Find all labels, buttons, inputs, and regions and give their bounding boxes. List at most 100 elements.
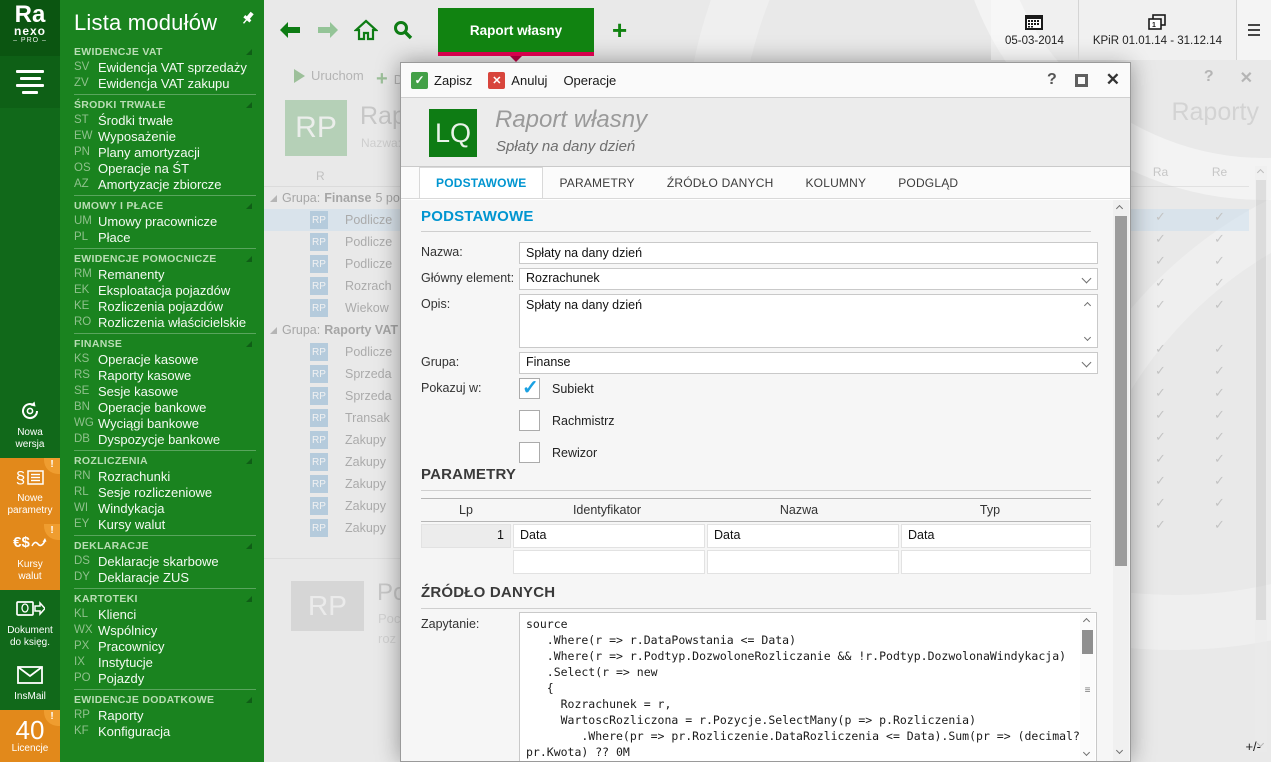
tab-podgląd[interactable]: PODGLĄD <box>882 167 974 198</box>
bg-close-icon[interactable]: ✕ <box>1240 68 1253 88</box>
bg-report-row[interactable]: RPSprzeda <box>264 363 400 385</box>
module-section-header[interactable]: ŚRODKI TRWAŁE <box>74 97 256 112</box>
help-icon[interactable]: ? <box>1047 71 1057 89</box>
sidebar-item-bn[interactable]: BNOperacje bankowe <box>74 399 256 415</box>
rail-item-insmail[interactable]: InsMail <box>0 656 60 710</box>
bg-scroll-thumb[interactable] <box>1256 180 1266 620</box>
bg-report-row[interactable]: RPSprzeda <box>264 385 400 407</box>
sidebar-item-ro[interactable]: RORozliczenia właścicielskie <box>74 314 256 330</box>
module-section-header[interactable]: EWIDENCJE POMOCNICZE <box>74 251 256 266</box>
sidebar-item-ke[interactable]: KERozliczenia pojazdów <box>74 298 256 314</box>
bg-help-icon[interactable]: ? <box>1204 68 1214 88</box>
module-section-header[interactable]: KARTOTEKI <box>74 591 256 606</box>
element-select[interactable]: Rozrachunek <box>519 268 1098 290</box>
bg-report-row[interactable]: RPPodlicze <box>264 231 400 253</box>
sidebar-item-os[interactable]: OSOperacje na ŚT <box>74 160 256 176</box>
back-icon[interactable] <box>278 21 302 39</box>
tab-parametry[interactable]: PARAMETRY <box>543 167 650 198</box>
bg-report-row[interactable]: RPPodlicze <box>264 209 400 231</box>
checkbox-subiekt[interactable]: ✓Subiekt <box>519 378 594 399</box>
sidebar-item-ek[interactable]: EKEksploatacja pojazdów <box>74 282 256 298</box>
tab-źródło-danych[interactable]: ŹRÓDŁO DANYCH <box>651 167 790 198</box>
module-section-header[interactable]: EWIDENCJE DODATKOWE <box>74 692 256 707</box>
sidebar-item-ew[interactable]: EWWyposażenie <box>74 128 256 144</box>
sidebar-item-ey[interactable]: EYKursy walut <box>74 516 256 532</box>
cell-value[interactable]: Data <box>513 524 705 548</box>
sidebar-item-rm[interactable]: RMRemanenty <box>74 266 256 282</box>
scroll-up-icon[interactable] <box>1116 205 1123 212</box>
menu-hamburger-icon[interactable] <box>0 56 60 108</box>
search-icon[interactable] <box>392 19 414 41</box>
sidebar-item-po[interactable]: POPojazdy <box>74 670 256 686</box>
sidebar-item-ds[interactable]: DSDeklaracje skarbowe <box>74 553 256 569</box>
overflow-menu-icon[interactable] <box>1237 0 1271 60</box>
sidebar-item-rs[interactable]: RSRaporty kasowe <box>74 367 256 383</box>
home-icon[interactable] <box>354 19 378 41</box>
checkbox-box[interactable]: ✓ <box>519 378 540 399</box>
tab-podstawowe[interactable]: PODSTAWOWE <box>419 167 543 198</box>
bg-report-row[interactable]: RPZakupy <box>264 517 400 539</box>
sidebar-item-st[interactable]: STŚrodki trwałe <box>74 112 256 128</box>
scroll-down-icon[interactable] <box>1116 747 1123 754</box>
code-scrollbar[interactable]: ≡ <box>1080 614 1095 761</box>
checkbox-box[interactable] <box>519 410 540 431</box>
sidebar-item-wg[interactable]: WGWyciągi bankowe <box>74 415 256 431</box>
rail-item-licencje[interactable]: !40Licencje <box>0 710 60 762</box>
checkbox-rachmistrz[interactable]: Rachmistrz <box>519 410 615 431</box>
module-section-header[interactable]: UMOWY I PŁACE <box>74 198 256 213</box>
sidebar-item-db[interactable]: DBDyspozycje bankowe <box>74 431 256 447</box>
run-button[interactable]: Uruchom <box>294 68 364 83</box>
bg-report-row[interactable]: RPZakupy <box>264 451 400 473</box>
tab-raport-wlasny[interactable]: Raport własny <box>438 8 594 52</box>
bg-report-row[interactable]: RPPodlicze <box>264 341 400 363</box>
sidebar-item-ix[interactable]: IXInstytucje <box>74 654 256 670</box>
sidebar-item-ks[interactable]: KSOperacje kasowe <box>74 351 256 367</box>
sidebar-item-se[interactable]: SESesje kasowe <box>74 383 256 399</box>
sidebar-item-rn[interactable]: RNRozrachunki <box>74 468 256 484</box>
dialog-scroll-thumb[interactable] <box>1115 216 1127 566</box>
tab-kolumny[interactable]: KOLUMNY <box>789 167 882 198</box>
sidebar-item-kf[interactable]: KFKonfiguracja <box>74 723 256 739</box>
rail-item-nowe[interactable]: !§Noweparametry <box>0 458 60 524</box>
sidebar-item-sv[interactable]: SVEwidencja VAT sprzedaży <box>74 59 256 75</box>
bg-report-row[interactable]: RPWiekow <box>264 297 400 319</box>
name-input[interactable] <box>519 242 1098 264</box>
sidebar-item-kl[interactable]: KLKlienci <box>74 606 256 622</box>
cell-empty[interactable] <box>901 550 1091 574</box>
maximize-icon[interactable] <box>1075 74 1088 87</box>
chevron-down-icon[interactable] <box>1084 334 1091 341</box>
parameters-row[interactable]: 1DataDataData <box>421 524 1091 548</box>
scroll-up-icon[interactable] <box>1257 169 1264 176</box>
forward-icon[interactable] <box>316 21 340 39</box>
sidebar-item-wx[interactable]: WXWspólnicy <box>74 622 256 638</box>
sidebar-item-rp[interactable]: RPRaporty <box>74 707 256 723</box>
bg-report-row[interactable]: RPZakupy <box>264 473 400 495</box>
bg-report-row[interactable]: RPZakupy <box>264 495 400 517</box>
bg-group-row[interactable]: Grupa:Finanse5 poz <box>264 187 400 209</box>
bg-report-row[interactable]: RPRozrach <box>264 275 400 297</box>
sidebar-item-zv[interactable]: ZVEwidencja VAT zakupu <box>74 75 256 91</box>
checkbox-box[interactable] <box>519 442 540 463</box>
bg-scrollbar[interactable] <box>1255 166 1267 752</box>
new-tab-button[interactable]: + <box>612 20 627 40</box>
cell-value[interactable]: Data <box>901 524 1091 548</box>
sidebar-item-pl[interactable]: PLPłace <box>74 229 256 245</box>
module-section-header[interactable]: ROZLICZENIA <box>74 453 256 468</box>
module-section-header[interactable]: FINANSE <box>74 336 256 351</box>
sidebar-item-pn[interactable]: PNPlany amortyzacji <box>74 144 256 160</box>
rail-item-dokument[interactable]: Dokumentdo księg. <box>0 590 60 656</box>
bg-report-row[interactable]: RPTransak <box>264 407 400 429</box>
cell-empty[interactable] <box>707 550 899 574</box>
rail-item-nowa[interactable]: Nowawersja <box>0 392 60 458</box>
dialog-scrollbar[interactable] <box>1113 200 1129 761</box>
query-code-editor[interactable]: source .Where(r => r.DataPowstania <= Da… <box>519 612 1097 761</box>
scroll-up-icon[interactable] <box>1083 618 1090 625</box>
sidebar-item-dy[interactable]: DYDeklaracje ZUS <box>74 569 256 585</box>
period-button[interactable]: 1 KPiR 01.01.14 - 31.12.14 <box>1079 0 1236 60</box>
save-button[interactable]: ✓ Zapisz <box>411 72 472 89</box>
checkbox-rewizor[interactable]: Rewizor <box>519 442 597 463</box>
desc-textarea[interactable]: Spłaty na dany dzień <box>519 294 1098 348</box>
zoom-plus-minus[interactable]: +/- <box>1245 739 1261 754</box>
cancel-button[interactable]: ✕ Anuluj <box>488 72 547 89</box>
module-section-header[interactable]: DEKLARACJE <box>74 538 256 553</box>
